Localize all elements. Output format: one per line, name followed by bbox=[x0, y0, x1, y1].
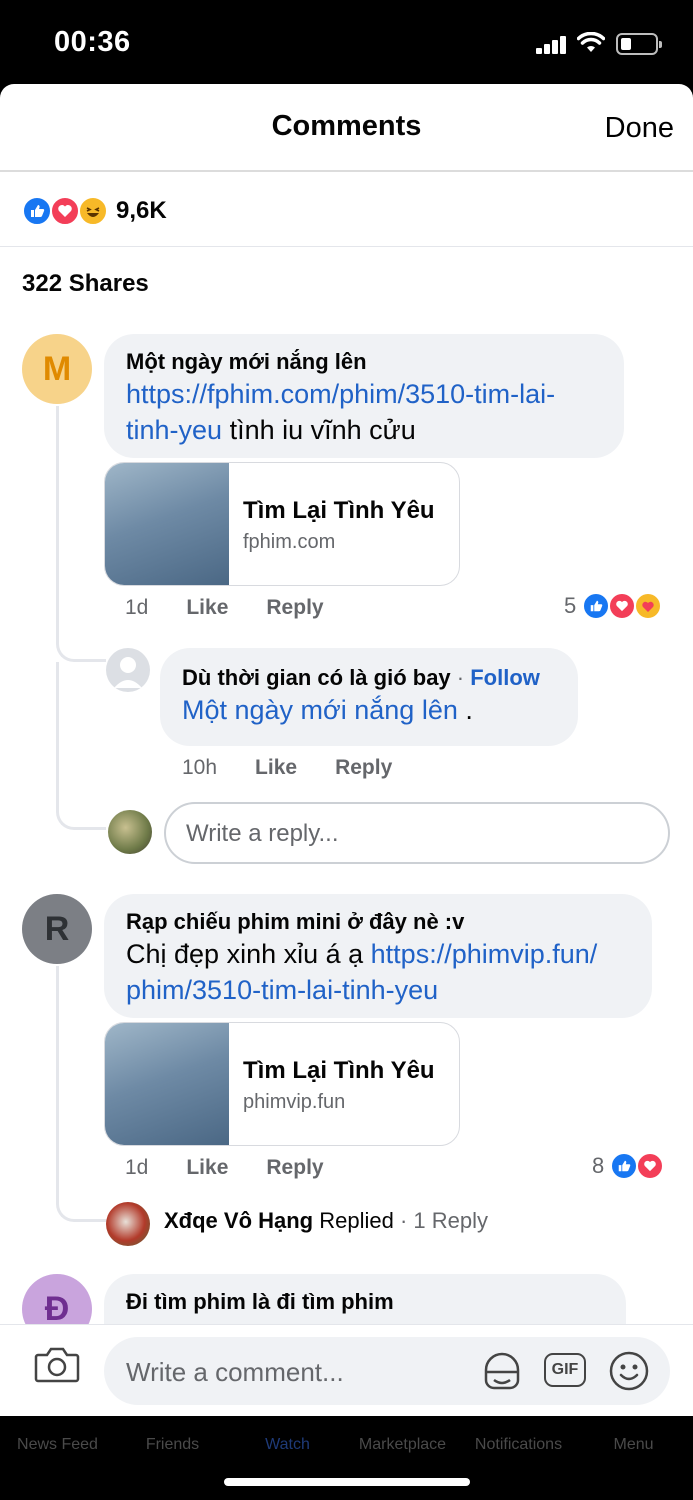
comment-bubble[interactable]: Một ngày mới nắng lên https://fphim.com/… bbox=[104, 334, 624, 458]
comments-sheet: Comments Done 9,6K 322 Shares M Một ngày… bbox=[0, 84, 693, 1416]
comment-composer: Write a comment... GIF bbox=[0, 1324, 693, 1416]
thread-line bbox=[56, 966, 106, 1222]
comment-reaction-count: 8 bbox=[592, 1153, 605, 1178]
link-domain: phimvip.fun bbox=[243, 1091, 346, 1113]
follow-button[interactable]: Follow bbox=[470, 665, 540, 690]
reply-count: 1 Reply bbox=[413, 1208, 488, 1233]
like-button[interactable]: Like bbox=[186, 1156, 228, 1180]
comment-input[interactable]: Write a comment... GIF bbox=[104, 1337, 670, 1405]
divider bbox=[0, 246, 693, 247]
comment-text: Chị đẹp xinh xỉu á ạ bbox=[126, 939, 371, 969]
bottom-tab-bar: News Feed Friends Watch Marketplace Noti… bbox=[0, 1416, 693, 1500]
reply-button[interactable]: Reply bbox=[266, 1156, 323, 1180]
comment-time: 1d bbox=[125, 596, 149, 619]
care-icon bbox=[634, 592, 663, 620]
love-icon bbox=[636, 1152, 665, 1180]
avatar[interactable] bbox=[106, 1202, 150, 1246]
wifi-icon bbox=[577, 32, 605, 52]
comment-time: 1d bbox=[125, 1156, 149, 1179]
emoji-icon[interactable] bbox=[608, 1350, 650, 1392]
comment-reactions[interactable]: 5 bbox=[564, 592, 663, 620]
haha-icon bbox=[78, 196, 108, 226]
gif-icon[interactable]: GIF bbox=[544, 1353, 586, 1387]
like-icon bbox=[22, 196, 52, 226]
status-bar: 00:36 bbox=[0, 0, 693, 84]
link-title: Tìm Lại Tình Yêu bbox=[243, 1057, 435, 1084]
reply-actions: 10h Like Reply bbox=[182, 756, 392, 780]
comment-reactions[interactable]: 8 bbox=[592, 1152, 665, 1180]
page-title: Comments bbox=[271, 110, 422, 142]
avatar[interactable] bbox=[106, 648, 150, 692]
link-thumbnail bbox=[105, 1023, 229, 1145]
mention-link[interactable]: Một ngày mới nắng lên bbox=[182, 695, 458, 725]
tab-watch[interactable]: Watch bbox=[230, 1436, 345, 1454]
comment-link[interactable]: https://phimvip.fun/ bbox=[371, 939, 598, 969]
reply-bubble[interactable]: Dù thời gian có là gió bay · Follow Một … bbox=[160, 648, 578, 746]
comment-author[interactable]: Một ngày mới nắng lên bbox=[126, 348, 602, 376]
sheet-header: Comments Done bbox=[0, 84, 693, 172]
comment-author[interactable]: Rạp chiếu phim mini ở đây nè :v bbox=[126, 908, 630, 936]
like-button[interactable]: Like bbox=[255, 756, 297, 780]
comment-text: tình iu vĩnh cửu bbox=[222, 415, 416, 445]
like-icon bbox=[610, 1152, 639, 1180]
avatar[interactable]: R bbox=[22, 894, 92, 964]
comment-actions: 1d Like Reply bbox=[125, 596, 324, 620]
comment-link[interactable]: tinh-yeu bbox=[126, 415, 222, 445]
link-domain: fphim.com bbox=[243, 531, 336, 553]
reaction-count: 9,6K bbox=[116, 197, 167, 224]
avatar[interactable]: M bbox=[22, 334, 92, 404]
cellular-signal-icon bbox=[536, 36, 568, 54]
comment-link[interactable]: phim/3510-tim-lai-tinh-yeu bbox=[126, 975, 438, 1005]
tab-notifications[interactable]: Notifications bbox=[461, 1436, 576, 1454]
comment-input-placeholder: Write a comment... bbox=[126, 1357, 344, 1387]
thread-line bbox=[56, 662, 106, 830]
reply-button[interactable]: Reply bbox=[266, 596, 323, 620]
like-button[interactable]: Like bbox=[186, 596, 228, 620]
link-preview-card[interactable]: Tìm Lại Tình Yêu phimvip.fun bbox=[104, 1022, 460, 1146]
comment-bubble[interactable]: Rạp chiếu phim mini ở đây nè :v Chị đẹp … bbox=[104, 894, 652, 1018]
tab-news-feed[interactable]: News Feed bbox=[0, 1436, 115, 1454]
comment-actions: 1d Like Reply bbox=[125, 1156, 324, 1180]
comment-reaction-count: 5 bbox=[564, 593, 577, 618]
shares-count[interactable]: 322 Shares bbox=[22, 270, 149, 298]
comment-author[interactable]: Đi tìm phim là đi tìm phim bbox=[126, 1288, 604, 1316]
tab-marketplace[interactable]: Marketplace bbox=[345, 1436, 460, 1454]
reply-author[interactable]: Dù thời gian có là gió bay bbox=[182, 665, 451, 690]
tab-friends[interactable]: Friends bbox=[115, 1436, 230, 1454]
tab-menu[interactable]: Menu bbox=[576, 1436, 691, 1454]
reply-button[interactable]: Reply bbox=[335, 756, 392, 780]
like-icon bbox=[582, 592, 611, 620]
link-preview-card[interactable]: Tìm Lại Tình Yêu fphim.com bbox=[104, 462, 460, 586]
sticker-icon[interactable] bbox=[480, 1350, 524, 1394]
reply-text: . bbox=[457, 695, 473, 725]
home-indicator[interactable] bbox=[224, 1478, 470, 1486]
replied-summary[interactable]: Xđqe Vô Hạng Replied · 1 Reply bbox=[164, 1208, 488, 1234]
reactions-summary[interactable]: 9,6K bbox=[22, 196, 167, 226]
love-icon bbox=[50, 196, 80, 226]
reply-time: 10h bbox=[182, 756, 218, 779]
replied-author: Xđqe Vô Hạng bbox=[164, 1208, 314, 1233]
status-time: 00:36 bbox=[54, 26, 131, 58]
link-title: Tìm Lại Tình Yêu bbox=[243, 497, 435, 524]
comment-link[interactable]: https://fphim.com/phim/3510-tim-lai- bbox=[126, 379, 555, 409]
reply-input[interactable]: Write a reply... bbox=[164, 802, 670, 864]
battery-icon bbox=[616, 33, 662, 55]
link-thumbnail bbox=[105, 463, 229, 585]
thread-line bbox=[56, 406, 106, 662]
avatar bbox=[108, 810, 152, 854]
love-icon bbox=[608, 592, 637, 620]
done-button[interactable]: Done bbox=[605, 112, 674, 145]
camera-icon[interactable] bbox=[34, 1345, 80, 1385]
